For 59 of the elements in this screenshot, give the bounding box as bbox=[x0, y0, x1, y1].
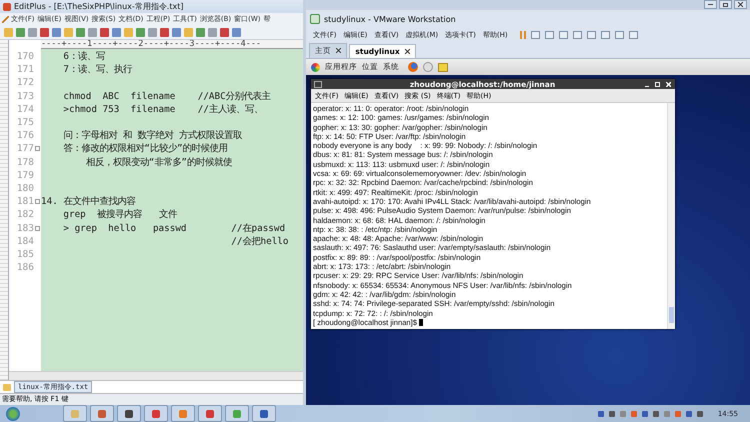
code-line: 相反，权限变动“非常多”的时候就使 bbox=[84, 156, 232, 169]
close-button[interactable] bbox=[665, 80, 672, 88]
code-line: chmod ABC filename //ABC分别代表主 bbox=[62, 90, 271, 103]
code-line: >chmod 753 filename //主人读、写、 bbox=[62, 102, 263, 116]
taskbar-button[interactable] bbox=[252, 405, 276, 422]
folder-icon[interactable] bbox=[3, 384, 11, 390]
code-line: 6：读、写 bbox=[62, 50, 105, 64]
code-line: 问：字母相对 和 数字绝对 方式权限设置取 bbox=[62, 129, 242, 142]
notepad-icon[interactable] bbox=[438, 62, 448, 72]
taskbar-button[interactable] bbox=[90, 405, 114, 422]
horizontal-scrollbar[interactable] bbox=[9, 371, 303, 380]
line-number: 184 bbox=[16, 236, 34, 247]
window-title: EditPlus - [E:\TheSixPHP\linux-常用指令.txt] bbox=[14, 1, 184, 12]
line-number: 180 bbox=[16, 182, 34, 194]
fold-icon[interactable] bbox=[35, 146, 40, 152]
minimize-button[interactable] bbox=[704, 0, 717, 9]
line-number: 175 bbox=[16, 117, 34, 128]
code-line: //会把hello bbox=[230, 234, 288, 248]
vertical-scrollbar[interactable] bbox=[667, 103, 675, 330]
start-button[interactable] bbox=[6, 406, 20, 420]
line-number: 176 bbox=[16, 130, 34, 142]
code-line: 14. 在文件中查找内容 bbox=[41, 195, 136, 208]
terminal-icon bbox=[314, 80, 322, 88]
window-title: studylinux - VMware Workstation bbox=[324, 14, 456, 24]
taskbar-button[interactable] bbox=[117, 405, 141, 422]
fold-icon[interactable] bbox=[35, 226, 40, 231]
line-number: 182 bbox=[16, 209, 34, 220]
close-button[interactable] bbox=[734, 0, 747, 9]
restore-button[interactable] bbox=[719, 0, 732, 9]
code-line: > grep hello passwd //在passwd bbox=[62, 222, 286, 235]
line-number: 177 bbox=[16, 143, 34, 154]
code-line: grep 被搜寻内容 文件 bbox=[62, 208, 177, 222]
app-logo-icon bbox=[310, 14, 320, 24]
taskbar-button[interactable] bbox=[144, 405, 168, 422]
line-number: 186 bbox=[16, 262, 34, 274]
code-line: 7：读、写、执行 bbox=[62, 63, 132, 76]
text-area[interactable]: 6：读、写 7：读、写、执行 chmod ABC filename //ABC分别代表主 >chmod 753 filename //主人读、写、 问：字母相对 和 数字绝对 方式权限设置取 答：修改的权限相对“比较少”的时候使用 相反，权限变动“非常多”的时候就使 14. 在文件中查找内容 grep 被搜寻内容 文件 > grep hello passwd //在passwd //会把hello bbox=[41, 49, 303, 371]
code-line: 答：修改的权限相对“比较少”的时候使用 bbox=[62, 142, 228, 156]
maximize-button[interactable] bbox=[654, 80, 661, 88]
line-number: 179 bbox=[16, 170, 34, 181]
line-number: 174 bbox=[16, 104, 34, 115]
browser-icon[interactable] bbox=[408, 62, 418, 72]
app-logo-icon bbox=[3, 2, 11, 10]
line-number: 173 bbox=[16, 90, 34, 102]
line-number: 181 bbox=[16, 196, 34, 208]
line-number: 171 bbox=[16, 64, 34, 76]
line-number: 178 bbox=[16, 156, 34, 168]
pause-icon[interactable] bbox=[520, 31, 526, 39]
pencil-icon bbox=[2, 16, 9, 22]
line-number: 170 bbox=[16, 51, 34, 62]
fold-icon[interactable] bbox=[35, 199, 40, 204]
line-number: 183 bbox=[16, 222, 34, 234]
line-number: 172 bbox=[16, 77, 34, 88]
text-cursor bbox=[418, 318, 423, 326]
apps-icon[interactable] bbox=[311, 62, 320, 72]
taskbar-button[interactable] bbox=[198, 405, 222, 422]
column-ruler: ----+----1----+----2----+----3----+----4--- bbox=[41, 40, 303, 49]
line-number: 185 bbox=[16, 248, 34, 260]
mail-icon[interactable] bbox=[423, 62, 433, 72]
